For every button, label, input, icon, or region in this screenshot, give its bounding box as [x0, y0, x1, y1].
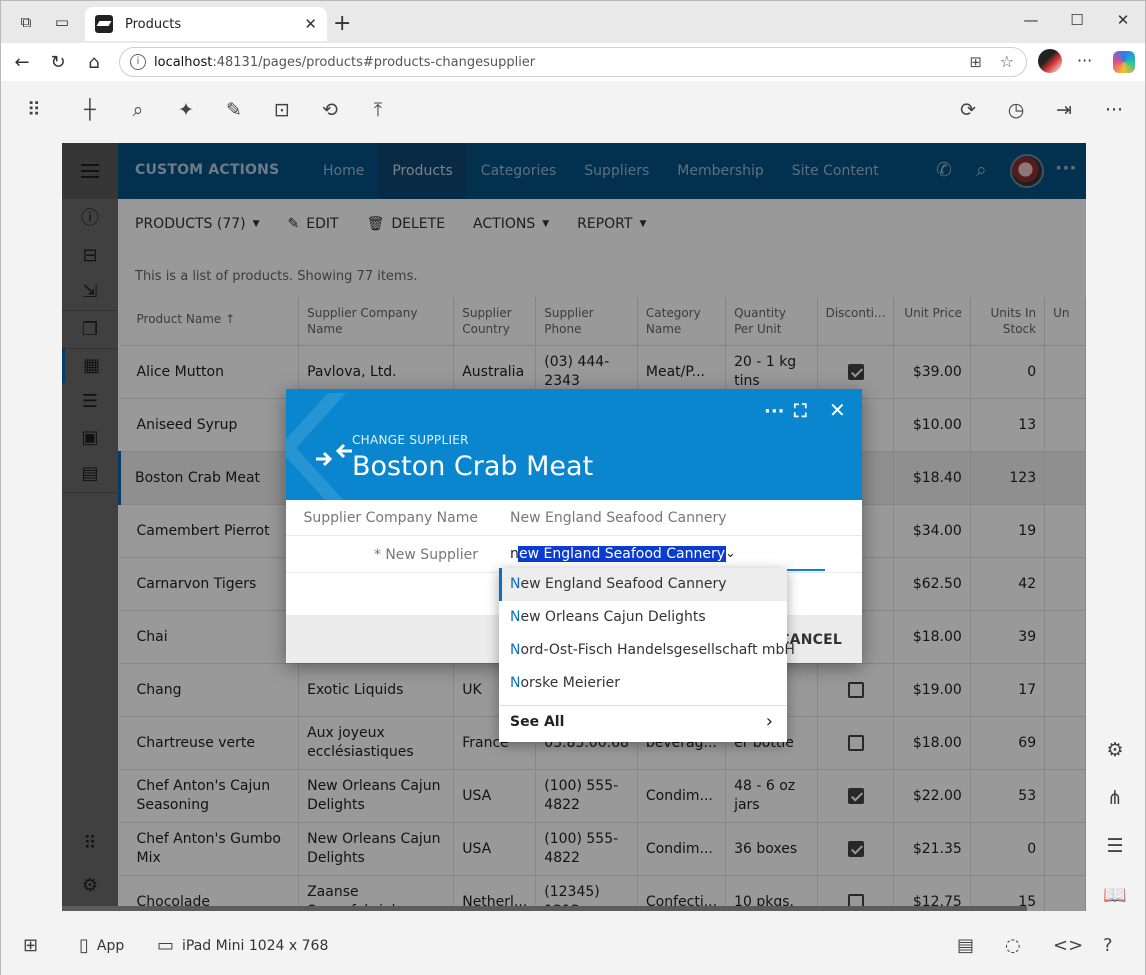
- chevron-down-icon[interactable]: ⌄: [725, 546, 736, 561]
- notes-icon: ▤: [957, 935, 975, 956]
- app-label: App: [96, 937, 125, 954]
- new-supplier-label: * New Supplier: [373, 547, 478, 563]
- copilot-icon[interactable]: [1113, 51, 1135, 73]
- lightbulb-icon: ◌: [1005, 935, 1021, 956]
- item-text: orske Meierier: [520, 675, 620, 691]
- edit-list-icon[interactable]: ✎: [222, 99, 246, 121]
- notes-button[interactable]: ▤: [957, 935, 974, 956]
- fullscreen-icon[interactable]: ⛶: [794, 401, 807, 422]
- refresh-app-icon[interactable]: ⟳: [956, 99, 980, 121]
- folder-code-icon[interactable]: ⊡: [270, 99, 294, 121]
- tab-bar: ⧉ ▭ Products ✕ + — ☐ ✕: [1, 1, 1145, 43]
- change-supplier-icon: [316, 443, 352, 467]
- new-tab-icon[interactable]: +: [333, 11, 351, 36]
- apps-grid-icon[interactable]: ⠿: [22, 99, 46, 121]
- dialog-more-icon[interactable]: ···: [764, 401, 785, 422]
- sync-icon[interactable]: ⟲: [318, 99, 342, 121]
- refresh-icon[interactable]: ↻: [47, 52, 69, 73]
- match-highlight: N: [510, 609, 521, 625]
- supplier-company-value: New England Seafood Cannery: [510, 510, 727, 526]
- dialog-header: CHANGE SUPPLIER Boston Crab Meat ··· ⛶ ✕: [286, 389, 862, 500]
- match-highlight: N: [510, 576, 521, 592]
- favorite-star-icon[interactable]: ☆: [1000, 52, 1014, 71]
- site-info-icon[interactable]: i: [130, 54, 146, 70]
- tab-actions-icon[interactable]: ▭: [51, 11, 73, 33]
- device-icon: ▯: [79, 935, 89, 956]
- publish-icon[interactable]: ⤒: [366, 99, 390, 121]
- dropdown-item[interactable]: Norske Meierier: [499, 667, 787, 700]
- see-all-button[interactable]: See All: [510, 714, 564, 730]
- device-select-button[interactable]: ▭ iPad Mini 1024 x 768: [157, 935, 328, 956]
- url-field[interactable]: i localhost:48131/pages/products#product…: [119, 47, 1027, 77]
- new-supplier-input[interactable]: n ew England Seafood Cannery ⌄: [510, 543, 825, 571]
- tune-icon[interactable]: ☰: [1103, 835, 1127, 857]
- crosshair-icon[interactable]: ┼: [78, 99, 102, 121]
- code-icon: <>: [1053, 935, 1084, 956]
- dev-toolbar: ⠿ ┼ ⌕ ✦ ✎ ⊡ ⟲ ⤒ ⟳ ◷ ⇥ ···: [1, 81, 1145, 141]
- device-viewport: ⓘ ⊟ ⇲ ❐ ▦ ☰ ▣ ▤ ⠿ ⚙ CUSTOM ACTIONS Home …: [62, 143, 1086, 911]
- dialog-subtitle: CHANGE SUPPLIER: [352, 433, 469, 447]
- dropdown-divider: [499, 705, 787, 706]
- address-bar: ← ↻ ⌂ i localhost:48131/pages/products#p…: [1, 43, 1145, 81]
- help-button[interactable]: ?: [1103, 935, 1113, 956]
- dialog-close-icon[interactable]: ✕: [829, 398, 846, 422]
- site-favicon-icon: [95, 15, 113, 33]
- tablet-icon: ▭: [157, 935, 175, 956]
- tab-title: Products: [125, 16, 182, 32]
- back-icon[interactable]: ←: [11, 52, 33, 73]
- url-host: localhost: [154, 54, 213, 70]
- item-text: ord-Ost-Fisch Handelsgesellschaft mbH: [520, 642, 795, 658]
- dropdown-item[interactable]: New England Seafood Cannery: [499, 568, 787, 601]
- dropdown-item[interactable]: Nord-Ost-Fisch Handelsgesellschaft mbH: [499, 634, 795, 667]
- minimize-icon[interactable]: —: [1019, 11, 1043, 29]
- supplier-dropdown: New England Seafood Cannery New Orleans …: [499, 568, 795, 742]
- help-icon: ?: [1103, 935, 1113, 956]
- close-tab-icon[interactable]: ✕: [304, 15, 317, 33]
- sparkle-icon[interactable]: ✦: [174, 99, 198, 121]
- dev-more-icon[interactable]: ···: [1102, 99, 1126, 121]
- close-window-icon[interactable]: ✕: [1111, 11, 1135, 29]
- app-available-icon[interactable]: ⊞: [969, 53, 982, 71]
- browser-more-icon[interactable]: ···: [1077, 51, 1092, 70]
- item-text: ew England Seafood Cannery: [520, 576, 727, 592]
- supplier-company-row: Supplier Company Name New England Seafoo…: [286, 500, 862, 536]
- supplier-company-label: Supplier Company Name: [303, 510, 479, 526]
- autocomplete-selection: ew England Seafood Cannery: [518, 546, 727, 562]
- maximize-icon[interactable]: ☐: [1065, 11, 1089, 29]
- workflow-icon[interactable]: ⋔: [1103, 787, 1127, 809]
- bottom-bar: ⊞ ▯ App ▭ iPad Mini 1024 x 768 ▤ ◌ <> ?: [1, 921, 1145, 975]
- app-mode-button[interactable]: ▯ App: [79, 935, 124, 956]
- history-icon[interactable]: ◷: [1004, 99, 1028, 121]
- item-text: ew Orleans Cajun Delights: [520, 609, 706, 625]
- profile-avatar[interactable]: [1038, 49, 1062, 73]
- browser-tab[interactable]: Products ✕: [85, 7, 327, 41]
- book-icon[interactable]: 📖: [1103, 883, 1127, 906]
- chevron-right-icon[interactable]: ›: [766, 711, 773, 732]
- search-icon[interactable]: ⌕: [126, 99, 150, 121]
- code-button[interactable]: <>: [1053, 935, 1083, 956]
- tips-button[interactable]: ◌: [1005, 935, 1021, 956]
- dropdown-item[interactable]: New Orleans Cajun Delights: [499, 601, 787, 634]
- layout-icon: ⊞: [23, 935, 39, 956]
- workspaces-icon[interactable]: ⧉: [15, 11, 37, 33]
- match-highlight: N: [510, 642, 521, 658]
- device-label: iPad Mini 1024 x 768: [182, 937, 329, 954]
- settings-gear-icon[interactable]: ⚙: [1103, 739, 1127, 761]
- browser-window: ⧉ ▭ Products ✕ + — ☐ ✕ ← ↻ ⌂ i localhost…: [0, 0, 1146, 975]
- layout-icon-button[interactable]: ⊞: [23, 935, 38, 956]
- url-path: :48131/pages/products#products-changesup…: [212, 54, 536, 70]
- dialog-title: Boston Crab Meat: [352, 451, 594, 482]
- match-highlight: N: [510, 675, 521, 691]
- sign-in-icon[interactable]: ⇥: [1052, 99, 1076, 121]
- home-icon[interactable]: ⌂: [83, 52, 105, 73]
